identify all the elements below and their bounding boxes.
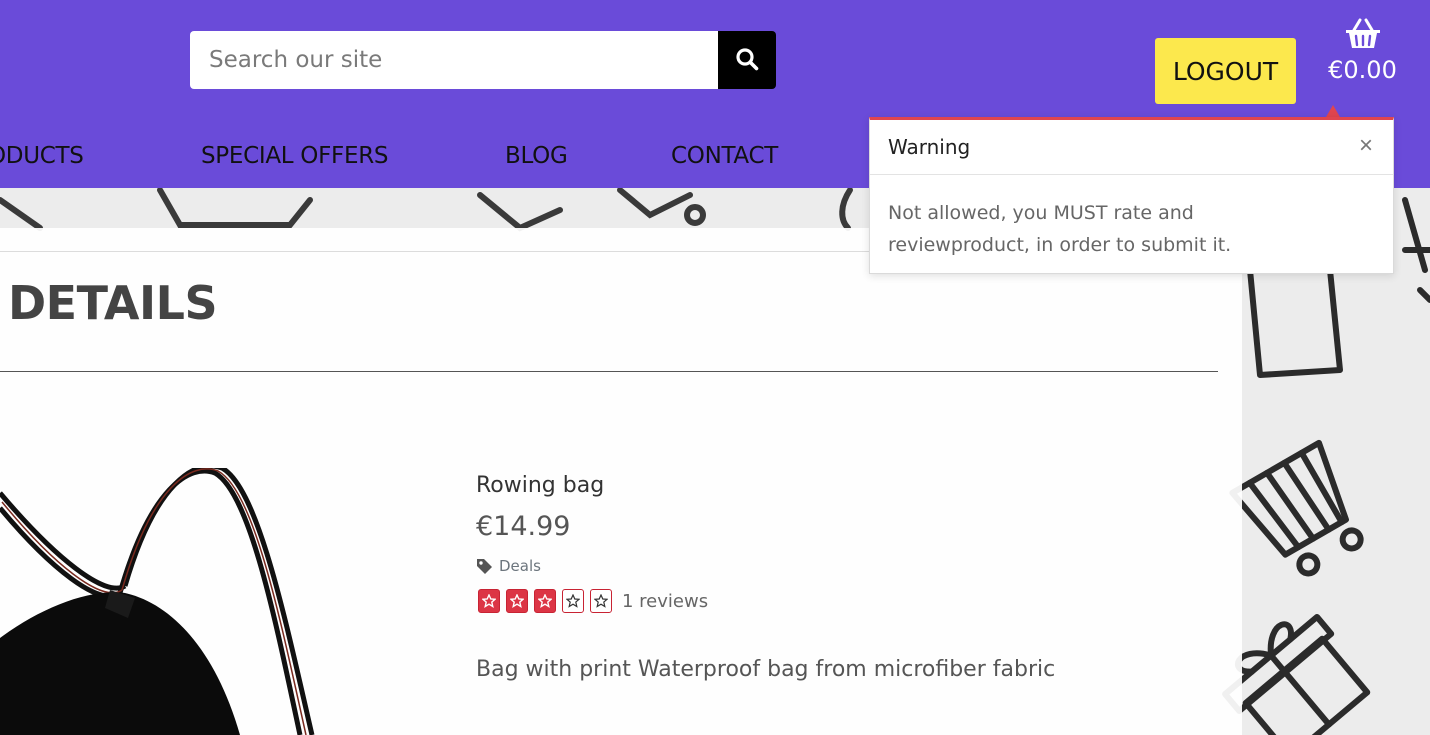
search-icon bbox=[735, 47, 759, 74]
search-button[interactable] bbox=[718, 31, 776, 89]
star-icon[interactable] bbox=[562, 589, 584, 613]
nav-item-products[interactable]: ODUCTS bbox=[0, 143, 84, 169]
logout-button[interactable]: LOGOUT bbox=[1155, 38, 1296, 104]
product-description: Bag with print Waterproof bag from micro… bbox=[476, 657, 1056, 682]
reviews-count: 1 reviews bbox=[622, 590, 709, 612]
page-title: DETAILS bbox=[8, 276, 218, 330]
search-input[interactable] bbox=[190, 31, 718, 89]
cart-total: €0.00 bbox=[1328, 56, 1397, 84]
search-form bbox=[190, 31, 776, 89]
category-label: Deals bbox=[499, 557, 541, 575]
nav-item-blog[interactable]: BLOG bbox=[505, 143, 568, 169]
toast-pointer bbox=[1326, 105, 1340, 117]
close-button[interactable]: × bbox=[1359, 134, 1373, 158]
star-rating: 1 reviews bbox=[478, 589, 708, 613]
product-details-panel: DETAILS Rowing bag €14.99 Deals 1 review… bbox=[0, 228, 1242, 735]
product-image bbox=[0, 463, 320, 735]
cart-button[interactable]: €0.00 bbox=[1320, 18, 1405, 88]
category-link[interactable]: Deals bbox=[476, 557, 541, 575]
warning-toast: Warning × Not allowed, you MUST rate and… bbox=[869, 117, 1394, 274]
title-divider bbox=[0, 371, 1218, 372]
tag-icon bbox=[476, 558, 493, 575]
product-price: €14.99 bbox=[476, 511, 571, 542]
star-icon[interactable] bbox=[506, 589, 528, 613]
nav-item-special-offers[interactable]: SPECIAL OFFERS bbox=[201, 143, 388, 169]
toast-message: Not allowed, you MUST rate and reviewpro… bbox=[888, 202, 1232, 256]
star-icon[interactable] bbox=[534, 589, 556, 613]
star-icon[interactable] bbox=[478, 589, 500, 613]
basket-icon bbox=[1344, 18, 1382, 54]
nav-item-contact[interactable]: CONTACT bbox=[671, 143, 778, 169]
toast-header: Warning × bbox=[870, 120, 1393, 175]
toast-title: Warning bbox=[888, 135, 971, 159]
star-icon[interactable] bbox=[590, 589, 612, 613]
product-name: Rowing bag bbox=[476, 473, 605, 498]
